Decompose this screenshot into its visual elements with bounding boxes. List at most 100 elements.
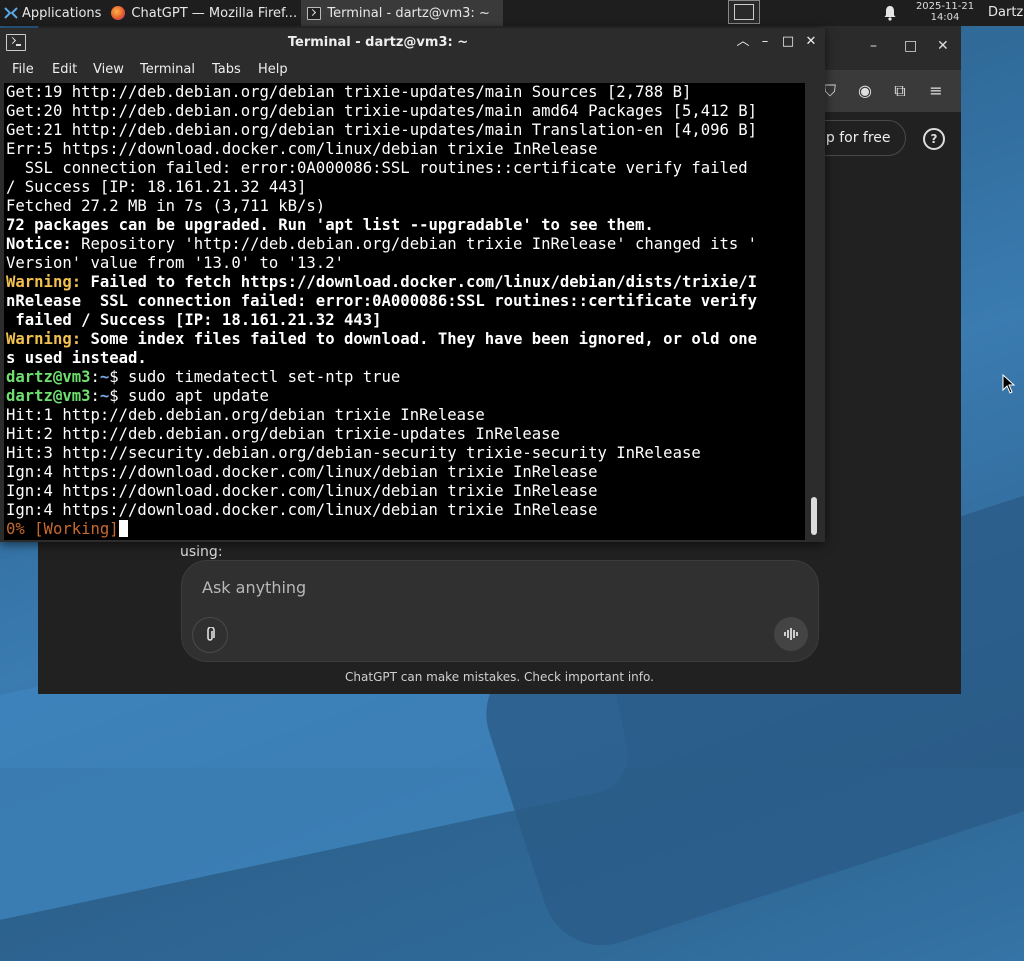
terminal-line: Ign:4 https://download.docker.com/linux/… bbox=[4, 501, 805, 520]
menu-tabs[interactable]: Tabs bbox=[212, 60, 241, 80]
menu-terminal[interactable]: Terminal bbox=[140, 60, 195, 80]
terminal-line: Get:20 http://deb.debian.org/debian trix… bbox=[4, 102, 805, 121]
applications-label: Applications bbox=[22, 5, 102, 21]
clock-date: 2025-11-21 bbox=[915, 1, 975, 12]
menu-view[interactable]: View bbox=[93, 60, 124, 80]
terminal-text: SSL connection failed: error:0A000086:SS… bbox=[6, 159, 748, 177]
terminal-text: : bbox=[90, 368, 100, 386]
terminal-line: nRelease SSL connection failed: error:0A… bbox=[4, 292, 805, 311]
account-icon[interactable]: ◉ bbox=[855, 81, 875, 101]
terminal-text: failed / Success [IP: 18.161.21.32 443] bbox=[6, 311, 382, 329]
close-icon[interactable]: ✕ bbox=[803, 33, 819, 51]
terminal-line: Hit:1 http://deb.debian.org/debian trixi… bbox=[4, 406, 805, 425]
terminal-text: Err:5 https://download.docker.com/linux/… bbox=[6, 140, 598, 158]
menu-file[interactable]: File bbox=[12, 60, 34, 80]
attach-icon[interactable] bbox=[192, 617, 228, 653]
terminal-line: dartz@vm3:~$ sudo timedatectl set-ntp tr… bbox=[4, 368, 805, 387]
taskbar-item-label: Terminal - dartz@vm3: ~ bbox=[327, 5, 490, 21]
user-menu[interactable]: Dartz bbox=[988, 5, 1023, 20]
panel-clock[interactable]: 2025-11-21 14:04 bbox=[908, 1, 982, 23]
terminal-line: Hit:2 http://deb.debian.org/debian trixi… bbox=[4, 425, 805, 444]
terminal-text: Ign:4 https://download.docker.com/linux/… bbox=[6, 482, 598, 500]
terminal-line: 0% [Working] bbox=[4, 520, 805, 539]
terminal-line: Warning: Some index files failed to down… bbox=[4, 330, 805, 349]
terminal-text: nRelease SSL connection failed: error:0A… bbox=[6, 292, 758, 310]
terminal-text: Get:20 http://deb.debian.org/debian trix… bbox=[6, 102, 758, 120]
terminal-text: Hit:2 http://deb.debian.org/debian trixi… bbox=[6, 425, 560, 443]
hamburger-menu-icon[interactable]: ≡ bbox=[926, 81, 946, 101]
terminal-text: : bbox=[90, 387, 100, 405]
terminal-text: Failed to fetch https://download.docker.… bbox=[81, 273, 758, 291]
terminal-icon bbox=[307, 6, 322, 20]
terminal-line: Fetched 27.2 MB in 7s (3,711 kB/s) bbox=[4, 197, 805, 216]
terminal-text: Get:21 http://deb.debian.org/debian trix… bbox=[6, 121, 758, 139]
top-panel: Applications ChatGPT — Mozilla Firef... … bbox=[0, 0, 1024, 26]
terminal-text: 0% [Working] bbox=[6, 520, 119, 538]
terminal-line: dartz@vm3:~$ sudo apt update bbox=[4, 387, 805, 406]
minimize-icon[interactable]: – bbox=[870, 38, 877, 54]
terminal-text: Warning: bbox=[6, 330, 82, 348]
terminal-window: Terminal - dartz@vm3: ~ ︿ – □ ✕ File Edi… bbox=[0, 28, 825, 542]
terminal-text: / Success [IP: 18.161.21.32 443] bbox=[6, 178, 307, 196]
voice-mode-icon[interactable] bbox=[774, 617, 808, 651]
terminal-text: Some index files failed to download. The… bbox=[81, 330, 758, 348]
clock-time: 14:04 bbox=[930, 12, 960, 23]
minimize-icon[interactable]: – bbox=[757, 33, 773, 51]
terminal-text: $ sudo apt update bbox=[109, 387, 269, 405]
terminal-line: 72 packages can be upgraded. Run 'apt li… bbox=[4, 216, 805, 235]
terminal-titlebar[interactable]: Terminal - dartz@vm3: ~ ︿ – □ ✕ bbox=[0, 28, 825, 58]
terminal-text: s used instead. bbox=[6, 349, 147, 367]
terminal-text: Version' value from '13.0' to '13.2' bbox=[6, 254, 344, 272]
terminal-scrollbar[interactable] bbox=[806, 83, 825, 540]
terminal-text: Fetched 27.2 MB in 7s (3,711 kB/s) bbox=[6, 197, 326, 215]
applications-menu-button[interactable]: Applications bbox=[0, 0, 105, 26]
firefox-icon bbox=[111, 6, 126, 20]
menu-edit[interactable]: Edit bbox=[52, 60, 77, 80]
terminal-line: / Success [IP: 18.161.21.32 443] bbox=[4, 178, 805, 197]
terminal-text: dartz@vm3 bbox=[6, 387, 91, 405]
terminal-text: Notice: bbox=[6, 235, 72, 253]
shade-icon[interactable]: ︿ bbox=[735, 33, 751, 51]
scrollbar-thumb[interactable] bbox=[811, 497, 817, 535]
terminal-line: Ign:4 https://download.docker.com/linux/… bbox=[4, 463, 805, 482]
terminal-text: dartz@vm3 bbox=[6, 368, 91, 386]
terminal-output[interactable]: Get:19 http://deb.debian.org/debian trix… bbox=[4, 83, 805, 540]
terminal-text: $ sudo timedatectl set-ntp true bbox=[109, 368, 401, 386]
mouse-pointer-icon bbox=[1002, 374, 1016, 394]
close-icon[interactable]: ✕ bbox=[937, 38, 949, 54]
taskbar-item-label: ChatGPT — Mozilla Firef... bbox=[131, 5, 298, 21]
terminal-line: Get:21 http://deb.debian.org/debian trix… bbox=[4, 121, 805, 140]
terminal-text: Warning: bbox=[6, 273, 82, 291]
terminal-text: Hit:3 http://security.debian.org/debian-… bbox=[6, 444, 701, 462]
chat-input[interactable]: Ask anything bbox=[202, 578, 306, 597]
terminal-text: Ign:4 https://download.docker.com/linux/… bbox=[6, 463, 598, 481]
notification-bell-icon[interactable] bbox=[882, 5, 898, 21]
extensions-icon[interactable]: ⧉ bbox=[890, 81, 910, 101]
terminal-line: Err:5 https://download.docker.com/linux/… bbox=[4, 140, 805, 159]
terminal-text: ~ bbox=[99, 368, 110, 386]
terminal-line: Get:19 http://deb.debian.org/debian trix… bbox=[4, 83, 805, 102]
terminal-text: 72 packages can be upgraded. Run 'apt li… bbox=[6, 216, 654, 234]
terminal-line: Version' value from '13.0' to '13.2' bbox=[4, 254, 805, 273]
help-icon[interactable]: ? bbox=[923, 128, 945, 150]
taskbar-item-terminal[interactable]: Terminal - dartz@vm3: ~ bbox=[301, 0, 504, 26]
taskbar-item-firefox[interactable]: ChatGPT — Mozilla Firef... bbox=[105, 0, 301, 26]
disclaimer-text: ChatGPT can make mistakes. Check importa… bbox=[345, 670, 654, 684]
terminal-line: Ign:4 https://download.docker.com/linux/… bbox=[4, 482, 805, 501]
window-title: Terminal - dartz@vm3: ~ bbox=[287, 35, 469, 50]
terminal-line: s used instead. bbox=[4, 349, 805, 368]
terminal-launcher-icon[interactable] bbox=[728, 0, 760, 24]
xfce-logo-icon bbox=[4, 7, 18, 19]
terminal-text: Repository 'http://deb.debian.org/debian… bbox=[71, 235, 758, 253]
terminal-text: Get:19 http://deb.debian.org/debian trix… bbox=[6, 83, 692, 101]
terminal-line: failed / Success [IP: 18.161.21.32 443] bbox=[4, 311, 805, 330]
terminal-text: Ign:4 https://download.docker.com/linux/… bbox=[6, 501, 598, 519]
menu-help[interactable]: Help bbox=[258, 60, 288, 80]
maximize-icon[interactable]: □ bbox=[780, 33, 796, 51]
chat-composer[interactable]: Ask anything bbox=[181, 560, 819, 662]
terminal-text: ~ bbox=[99, 387, 110, 405]
maximize-icon[interactable]: □ bbox=[904, 38, 917, 54]
terminal-menubar: File Edit View Terminal Tabs Help bbox=[0, 58, 825, 82]
terminal-text: Hit:1 http://deb.debian.org/debian trixi… bbox=[6, 406, 485, 424]
terminal-line: SSL connection failed: error:0A000086:SS… bbox=[4, 159, 805, 178]
